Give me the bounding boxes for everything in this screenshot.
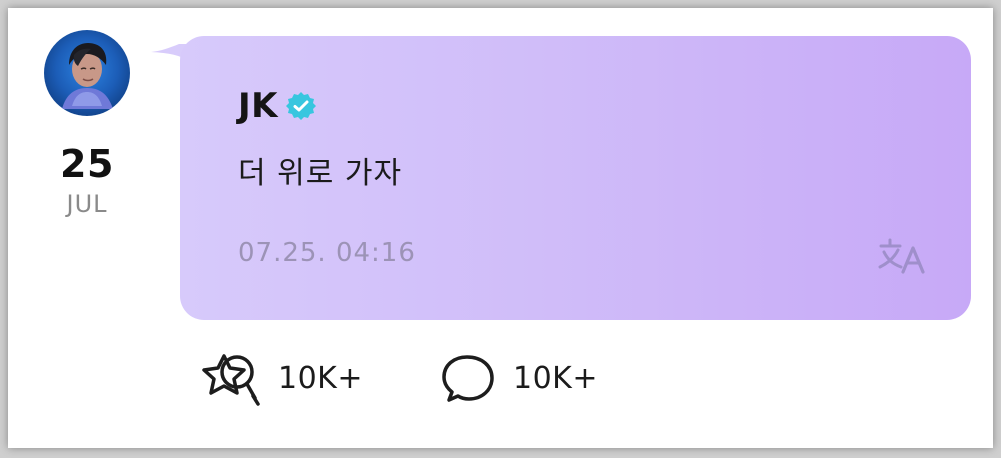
comment-count: 10K+ [512, 361, 598, 396]
post-month: JUL [66, 190, 108, 218]
message-text: 더 위로 가자 [238, 156, 403, 191]
verified-check-icon [286, 91, 316, 121]
translate-icon[interactable] [874, 232, 928, 280]
post-timestamp: 07.25. 04:16 [238, 238, 416, 268]
avatar[interactable] [44, 30, 130, 116]
comment-action[interactable]: 10K+ [437, 350, 598, 408]
reaction-count: 10K+ [278, 361, 363, 396]
author-name: JK [238, 86, 278, 126]
star-reaction-icon[interactable] [194, 350, 264, 408]
message-bubble[interactable]: JK 더 위로 가자 07.25. 04:16 [180, 36, 971, 320]
screenshot-page: 25 JUL JK 더 위로 가자 07.25. 04:16 10K+ 10K+ [0, 0, 1001, 458]
post-card: 25 JUL JK 더 위로 가자 07.25. 04:16 10K+ 10K+ [8, 8, 993, 448]
reaction-action[interactable]: 10K+ [194, 350, 363, 408]
post-meta-column: 25 JUL [36, 30, 138, 216]
post-actions: 10K+ 10K+ [194, 351, 598, 407]
author-row: JK [238, 88, 316, 124]
post-day: 25 [60, 142, 114, 186]
comment-icon[interactable] [437, 350, 499, 408]
